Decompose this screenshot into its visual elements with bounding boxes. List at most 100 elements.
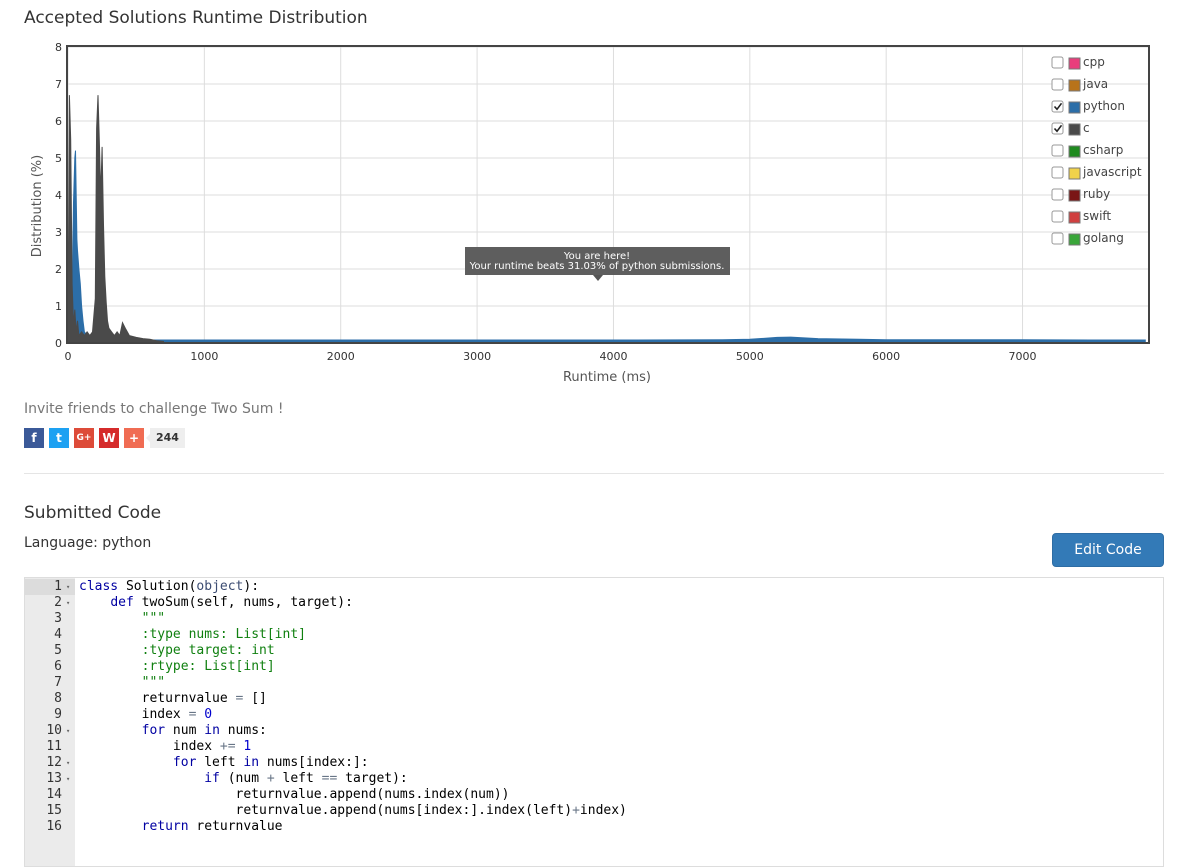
y-tick-label: 1 (55, 300, 62, 313)
legend-label: csharp (1083, 143, 1123, 157)
legend-label: java (1082, 77, 1108, 91)
chart-ticks: 0 1 2 3 4 5 6 7 8 0 1000 2000 3000 4000 5000 6000 7000 (55, 41, 1037, 363)
chart-grid (67, 46, 1148, 344)
tooltip-line-2: Your runtime beats 31.03% of python subm… (469, 261, 725, 272)
code-line[interactable]: 9 index = 0 (25, 707, 1163, 723)
line-number: 16 (46, 819, 62, 834)
legend-label: c (1083, 121, 1090, 135)
y-tick-label: 7 (55, 78, 62, 91)
legend-label: swift (1083, 209, 1111, 223)
legend-swatch (1068, 233, 1081, 246)
x-tick-label: 3000 (463, 350, 491, 363)
code-line[interactable]: 14 returnvalue.append(nums.index(num)) (25, 787, 1163, 803)
code-line[interactable]: 2 ▾ def twoSum(self, nums, target): (25, 595, 1163, 611)
code-text: return returnvalue (141, 819, 283, 834)
line-number: 10 ▾ (46, 723, 71, 739)
code-line[interactable]: 6 :rtype: List[int] (25, 659, 1163, 675)
google-plus-icon[interactable]: G+ (74, 428, 94, 448)
y-tick-label: 2 (55, 263, 62, 276)
y-tick-label: 6 (55, 115, 62, 128)
legend-item-csharp[interactable]: csharp (1051, 143, 1123, 158)
code-line[interactable]: 3 """ (25, 611, 1163, 627)
code-line[interactable]: 13 ▾ if (num + left == target): (25, 771, 1163, 787)
legend-checkbox (1051, 144, 1064, 157)
legend-swatch (1068, 145, 1081, 158)
line-number: 5 (54, 643, 62, 658)
add-more-icon[interactable]: + (124, 428, 144, 448)
code-line[interactable]: 10 ▾ for num in nums: (25, 723, 1163, 739)
y-tick-label: 4 (55, 189, 62, 202)
code-text: :type target: int (141, 643, 275, 658)
code-line[interactable]: 4 :type nums: List[int] (25, 627, 1163, 643)
line-number: 2 ▾ (54, 595, 71, 611)
code-text: def twoSum(self, nums, target): (110, 595, 353, 610)
legend-swatch (1068, 123, 1081, 136)
legend-swatch (1068, 167, 1081, 180)
code-line[interactable]: 12 ▾ for left in nums[index:]: (25, 755, 1163, 771)
legend-checkbox (1051, 122, 1064, 135)
code-editor[interactable]: 1 ▾ class Solution(object): 2 ▾ def twoSum(s… (24, 577, 1164, 867)
fold-arrow-icon[interactable]: ▾ (66, 771, 70, 787)
code-text: :rtype: List[int] (141, 659, 275, 674)
fold-arrow-icon[interactable]: ▾ (66, 755, 70, 771)
x-tick-label: 0 (65, 350, 72, 363)
line-number: 6 (54, 659, 62, 674)
line-number: 9 (54, 707, 62, 722)
legend-item-swift[interactable]: swift (1051, 209, 1111, 224)
line-number: 7 (54, 675, 62, 690)
invite-text: Invite friends to challenge Two Sum ! (24, 401, 284, 417)
legend-checkbox (1051, 78, 1064, 91)
legend-item-python[interactable]: python (1051, 99, 1125, 114)
legend-item-javascript[interactable]: javascript (1051, 165, 1142, 180)
fold-arrow-icon[interactable]: ▾ (66, 579, 70, 595)
legend-item-c[interactable]: c (1051, 121, 1090, 136)
legend-item-golang[interactable]: golang (1051, 231, 1124, 246)
line-number: 15 (46, 803, 62, 818)
legend-item-java[interactable]: java (1051, 77, 1108, 92)
runtime-distribution-chart: 0 1 2 3 4 5 6 7 8 0 1000 2000 3000 4000 5000 6000 7000 D… (30, 41, 1150, 385)
tooltip: You are here! Your runtime beats 31.03% … (465, 247, 730, 281)
code-line[interactable]: 15 returnvalue.append(nums[index:].index… (25, 803, 1163, 819)
legend-item-cpp[interactable]: cpp (1051, 55, 1105, 70)
fold-arrow-icon[interactable]: ▾ (66, 723, 70, 739)
twitter-icon[interactable]: t (49, 428, 69, 448)
code-text: """ (141, 675, 166, 690)
code-line[interactable]: 7 """ (25, 675, 1163, 691)
x-tick-label: 4000 (599, 350, 627, 363)
code-line[interactable]: 16 return returnvalue (25, 819, 1163, 835)
y-tick-label: 3 (55, 226, 62, 239)
code-text: class Solution(object): (79, 579, 260, 594)
line-number: 8 (54, 691, 62, 706)
code-line[interactable]: 8 returnvalue = [] (25, 691, 1163, 707)
y-tick-label: 8 (55, 41, 62, 54)
series-python-area (71, 150, 1146, 344)
submitted-code-title: Submitted Code (24, 503, 162, 523)
legend-item-ruby[interactable]: ruby (1051, 187, 1110, 202)
legend-swatch (1068, 79, 1081, 92)
x-tick-label: 5000 (736, 350, 764, 363)
code-text: returnvalue.append(nums[index:].index(le… (79, 803, 627, 818)
legend-label: javascript (1082, 165, 1142, 179)
code-text: """ (141, 611, 166, 626)
code-text: returnvalue.append(nums.index(num)) (79, 787, 510, 802)
code-line[interactable]: 5 :type target: int (25, 643, 1163, 659)
x-tick-label: 1000 (190, 350, 218, 363)
legend-label: cpp (1083, 55, 1105, 69)
facebook-icon[interactable]: f (24, 428, 44, 448)
edit-code-button[interactable]: Edit Code (1052, 533, 1164, 567)
line-number: 1 ▾ (25, 579, 75, 595)
legend-label: python (1083, 99, 1125, 113)
share-count: 244 (146, 428, 185, 448)
legend-checkbox (1051, 166, 1064, 179)
fold-arrow-icon[interactable]: ▾ (66, 595, 70, 611)
language-label: Language: python (24, 535, 152, 551)
line-number: 4 (54, 627, 62, 642)
x-axis-label: Runtime (ms) (563, 370, 651, 385)
legend-swatch (1068, 101, 1081, 114)
legend-label: golang (1083, 231, 1124, 245)
line-number: 14 (46, 787, 62, 802)
weibo-icon[interactable]: W (99, 428, 119, 448)
code-line[interactable]: 11 index += 1 (25, 739, 1163, 755)
y-tick-label: 5 (55, 152, 62, 165)
code-line[interactable]: 1 ▾ class Solution(object): (25, 579, 1163, 595)
